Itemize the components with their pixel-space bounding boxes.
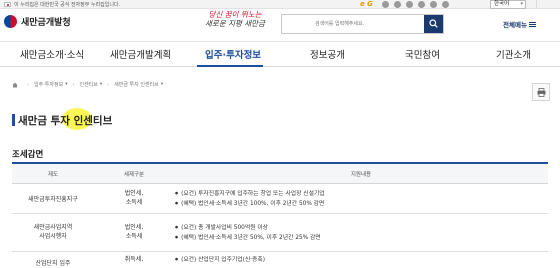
- korea-flag-icon: [4, 2, 11, 7]
- home-icon[interactable]: [12, 82, 18, 88]
- chevron-down-icon[interactable]: ▾: [161, 82, 163, 87]
- tax-reduction-table: 제도 세제구분 지원내용 새만금투자진흥지구 법인세, 소득세 (요건) 투자진…: [12, 162, 548, 268]
- nav-about-news[interactable]: 새만금소개·소식: [20, 47, 84, 61]
- search-icon: [429, 19, 438, 28]
- page-title: 새만금 투자 인센티브: [18, 115, 113, 127]
- cell-system: 새만금투자진흥지구: [28, 196, 78, 203]
- slogan: 당신 꿈이 뛰노는 새로운 지평 새만금: [205, 10, 265, 28]
- search-input[interactable]: [282, 15, 425, 33]
- content-line: (요건) 산업단지 입주기업(신·증축): [175, 255, 265, 265]
- column-header: 제도: [47, 172, 59, 178]
- twitter-icon[interactable]: [442, 1, 449, 8]
- facebook-icon[interactable]: [394, 1, 401, 8]
- column-header: 세제구분: [123, 172, 145, 178]
- youtube-icon[interactable]: [418, 1, 425, 8]
- government-banner: 이 누리집은 대한민국 공식 전자정부 누리집입니다. e G 한국어: [0, 0, 560, 9]
- column-header: 지원내용: [350, 172, 372, 178]
- content-line: (요건) 총 개발사업비 500억원 이상: [175, 223, 321, 233]
- cell-content: (요건) 총 개발사업비 500억원 이상 (혜택) 법인세·소득세 3년간 5…: [175, 223, 321, 243]
- breadcrumb-item[interactable]: 입주·투자정보: [34, 81, 63, 88]
- language-select[interactable]: 한국어: [490, 0, 526, 9]
- cell-tax-type: 법인세, 소득세: [124, 224, 144, 240]
- breadcrumb: › 입주·투자정보 ▾ › 인센티브 ▾ › 새만금 투자 인센티브 ▾: [12, 81, 163, 88]
- active-tab-indicator: [197, 65, 263, 67]
- cell-system: 산업단지 입주: [35, 260, 71, 267]
- section-title: 조세감면: [12, 150, 44, 160]
- nav-investment-info[interactable]: 입주·투자정보: [205, 47, 261, 61]
- cell-tax-type: 취득세,: [124, 256, 144, 263]
- table-row: 산업단지 입주 취득세, (요건) 산업단지 입주기업(신·증축): [12, 252, 548, 268]
- cell-content: (요건) 투자진흥지구에 입주하는 창업 또는 사업장 신설기업 (혜택) 법인…: [175, 189, 325, 209]
- content-line: (요건) 투자진흥지구에 입주하는 창업 또는 사업장 신설기업: [175, 189, 325, 199]
- table-header: 제도 세제구분 지원내용: [12, 164, 548, 184]
- government-emblem-icon: [4, 15, 17, 28]
- nav-public-participation[interactable]: 국민참여: [405, 47, 440, 61]
- table-row: 새만금투자진흥지구 법인세, 소득세 (요건) 투자진흥지구에 입주하는 창업 …: [12, 184, 548, 214]
- site-logo[interactable]: 새만금개발청: [4, 15, 71, 28]
- content-line: (혜택) 법인세·소득세 3년간 100%, 이후 2년간 50% 감면: [175, 199, 325, 209]
- chevron-down-icon[interactable]: ▾: [100, 82, 102, 87]
- cell-content: (요건) 산업단지 입주기업(신·증축): [175, 255, 265, 265]
- nav-development-plan[interactable]: 새만금개발계획: [110, 47, 171, 61]
- cell-tax-type: 법인세, 소득세: [124, 190, 144, 206]
- social-links: [382, 1, 449, 8]
- nav-agency-introduction[interactable]: 기관소개: [496, 47, 531, 61]
- government-notice[interactable]: 이 누리집은 대한민국 공식 전자정부 누리집입니다.: [14, 1, 120, 8]
- breadcrumb-item[interactable]: 새만금 투자 인센티브: [114, 81, 159, 88]
- title-accent-bar: [12, 114, 15, 126]
- content-line: (혜택) 법인세·소득세 3년간 50%, 이후 2년간 25% 감면: [175, 233, 321, 243]
- print-button[interactable]: [532, 83, 550, 101]
- egov-logo: e G: [360, 0, 373, 8]
- cell-system: 새만금사업지역 사업시행자: [33, 224, 73, 240]
- kakao-icon[interactable]: [430, 1, 437, 8]
- table-row: 새만금사업지역 사업시행자 법인세, 소득세 (요건) 총 개발사업비 500억…: [12, 214, 548, 252]
- nav-information-disclosure[interactable]: 정보공개: [310, 47, 345, 61]
- blog-icon[interactable]: [382, 1, 389, 8]
- chevron-down-icon[interactable]: ▾: [65, 82, 67, 87]
- search-button[interactable]: [424, 15, 443, 33]
- search-box: [281, 14, 444, 34]
- logo-text: 새만금개발청: [21, 18, 71, 28]
- main-navigation: 새만금소개·소식 새만금개발계획 입주·투자정보 정보공개 국민참여 기관소개: [0, 41, 560, 67]
- breadcrumb-item[interactable]: 인센티브: [79, 81, 97, 88]
- hamburger-icon: [528, 22, 536, 27]
- instagram-icon[interactable]: [406, 1, 413, 8]
- print-icon: [537, 88, 546, 97]
- sitemap-button[interactable]: 전체메뉴: [503, 19, 536, 29]
